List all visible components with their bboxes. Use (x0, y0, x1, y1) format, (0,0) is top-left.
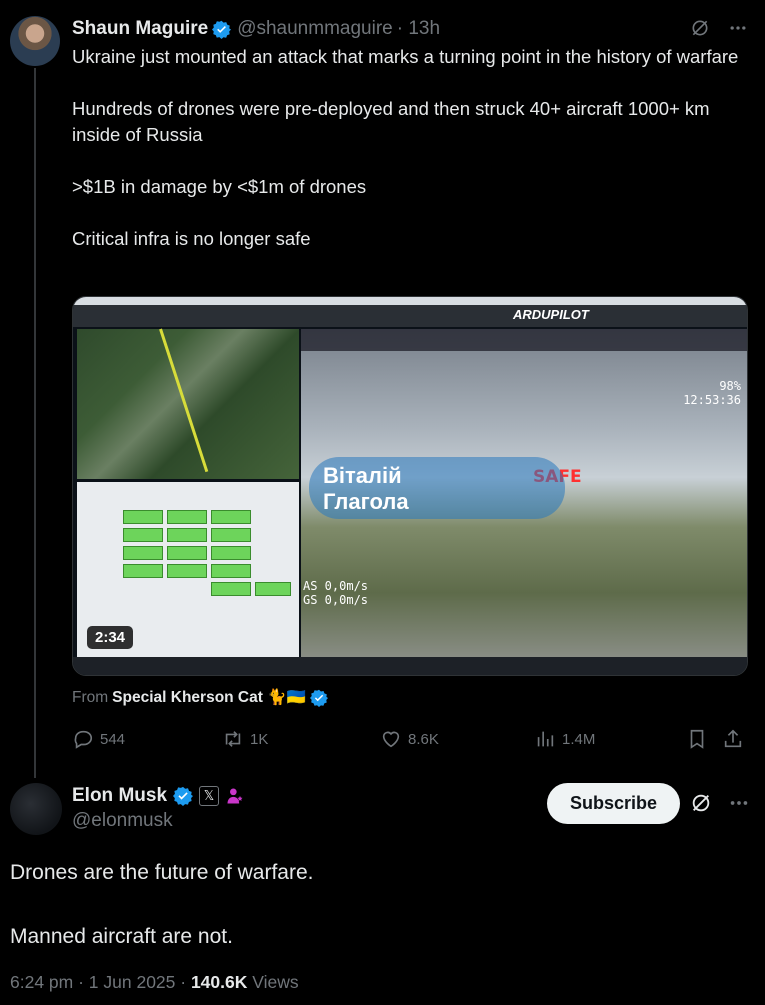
view-count: 1.4M (562, 730, 596, 748)
views-count: 140.6K (190, 972, 248, 992)
video-duration: 2:34 (87, 626, 134, 649)
grok-icon[interactable] (690, 792, 712, 814)
author-name[interactable]: Shaun Maguire (72, 18, 208, 40)
verified-icon (309, 689, 328, 707)
compass-strip (301, 329, 747, 351)
reply-header-actions (690, 792, 750, 814)
tweet-actions: 544 1K 8.6K 1.4M (72, 728, 748, 752)
author-handle[interactable]: @shaunmmaguire (237, 18, 393, 40)
panel-button (211, 582, 251, 596)
panel-button (123, 564, 163, 578)
like-button[interactable]: 8.6K (380, 728, 439, 750)
reply-icon (74, 730, 93, 749)
panel-button (167, 510, 207, 524)
bookmark-button[interactable] (686, 728, 708, 750)
panel-button (123, 546, 163, 560)
panel-button (167, 564, 207, 578)
avatar[interactable] (10, 783, 62, 835)
reply-count: 544 (100, 730, 126, 748)
panel-button (123, 510, 163, 524)
panel-button (167, 528, 207, 542)
tweet-header: Shaun Maguire @shaunmmaguire · 13h (72, 14, 752, 44)
video-player[interactable]: ARDUPILOT SAFE AS 0,0m/s GS 0,0m/s 98% 1… (72, 296, 748, 676)
panel-button (255, 582, 291, 596)
timestamp[interactable]: 6:24 pm · 1 Jun 2025 · (10, 972, 191, 992)
panel-button (167, 546, 207, 560)
watermark: Віталій Глагола (309, 457, 565, 519)
from-label: From (72, 688, 109, 706)
panel-button (211, 528, 251, 542)
reply-header: Elon Musk 𝕏 (72, 783, 245, 809)
panel-button (211, 510, 251, 524)
author-handle[interactable]: @elonmusk (72, 810, 173, 832)
verified-icon (173, 786, 194, 806)
tweet-text: Ukraine just mounted an attack that mark… (72, 46, 739, 249)
verified-icon (212, 20, 232, 39)
app-titlebar (73, 297, 747, 305)
thread-connector (34, 68, 36, 778)
share-button[interactable] (722, 728, 744, 750)
avatar[interactable] (10, 16, 60, 66)
repost-icon (225, 731, 241, 747)
source-name[interactable]: Special Kherson Cat 🐈🇺🇦 (112, 688, 306, 707)
reply-text: Drones are the future of warfare. Manned… (10, 861, 314, 948)
subscribe-button[interactable]: Subscribe (547, 783, 680, 824)
like-icon (382, 731, 400, 748)
views-button[interactable]: 1.4M (534, 728, 595, 750)
panel-button (211, 546, 251, 560)
author-name[interactable]: Elon Musk (72, 785, 167, 807)
affiliate-icon[interactable] (225, 786, 245, 806)
share-icon (724, 729, 742, 748)
speed-readout: AS 0,0m/s GS 0,0m/s (303, 579, 369, 607)
panel-button (123, 528, 163, 542)
tweet-time[interactable]: · 13h (397, 18, 440, 40)
map-view (77, 328, 299, 479)
tweet: Shaun Maguire @shaunmmaguire · 13h Ukrai… (72, 14, 752, 252)
views-label: Views (247, 972, 299, 992)
taskbar (73, 657, 747, 675)
battery-readout: 98% 12:53:36 (683, 379, 741, 407)
media-source: From Special Kherson Cat 🐈🇺🇦 (72, 688, 328, 707)
more-icon[interactable] (728, 792, 750, 814)
x-badge-icon[interactable]: 𝕏 (199, 786, 220, 806)
tweet-meta: 6:24 pm · 1 Jun 2025 · 140.6K Views (10, 972, 299, 993)
more-icon[interactable] (728, 18, 748, 38)
reply-button[interactable]: 544 (72, 728, 125, 750)
like-count: 8.6K (408, 730, 439, 748)
panel-button (211, 564, 251, 578)
tweet-header-actions (690, 18, 748, 38)
grok-icon[interactable] (690, 18, 710, 38)
views-icon (537, 731, 554, 747)
bookmark-icon (690, 729, 704, 749)
repost-button[interactable]: 1K (222, 728, 268, 750)
app-toolbar: ARDUPILOT (73, 305, 747, 327)
flight-path (159, 328, 209, 473)
repost-count: 1K (250, 730, 269, 748)
brand-logo: ARDUPILOT (513, 307, 589, 322)
